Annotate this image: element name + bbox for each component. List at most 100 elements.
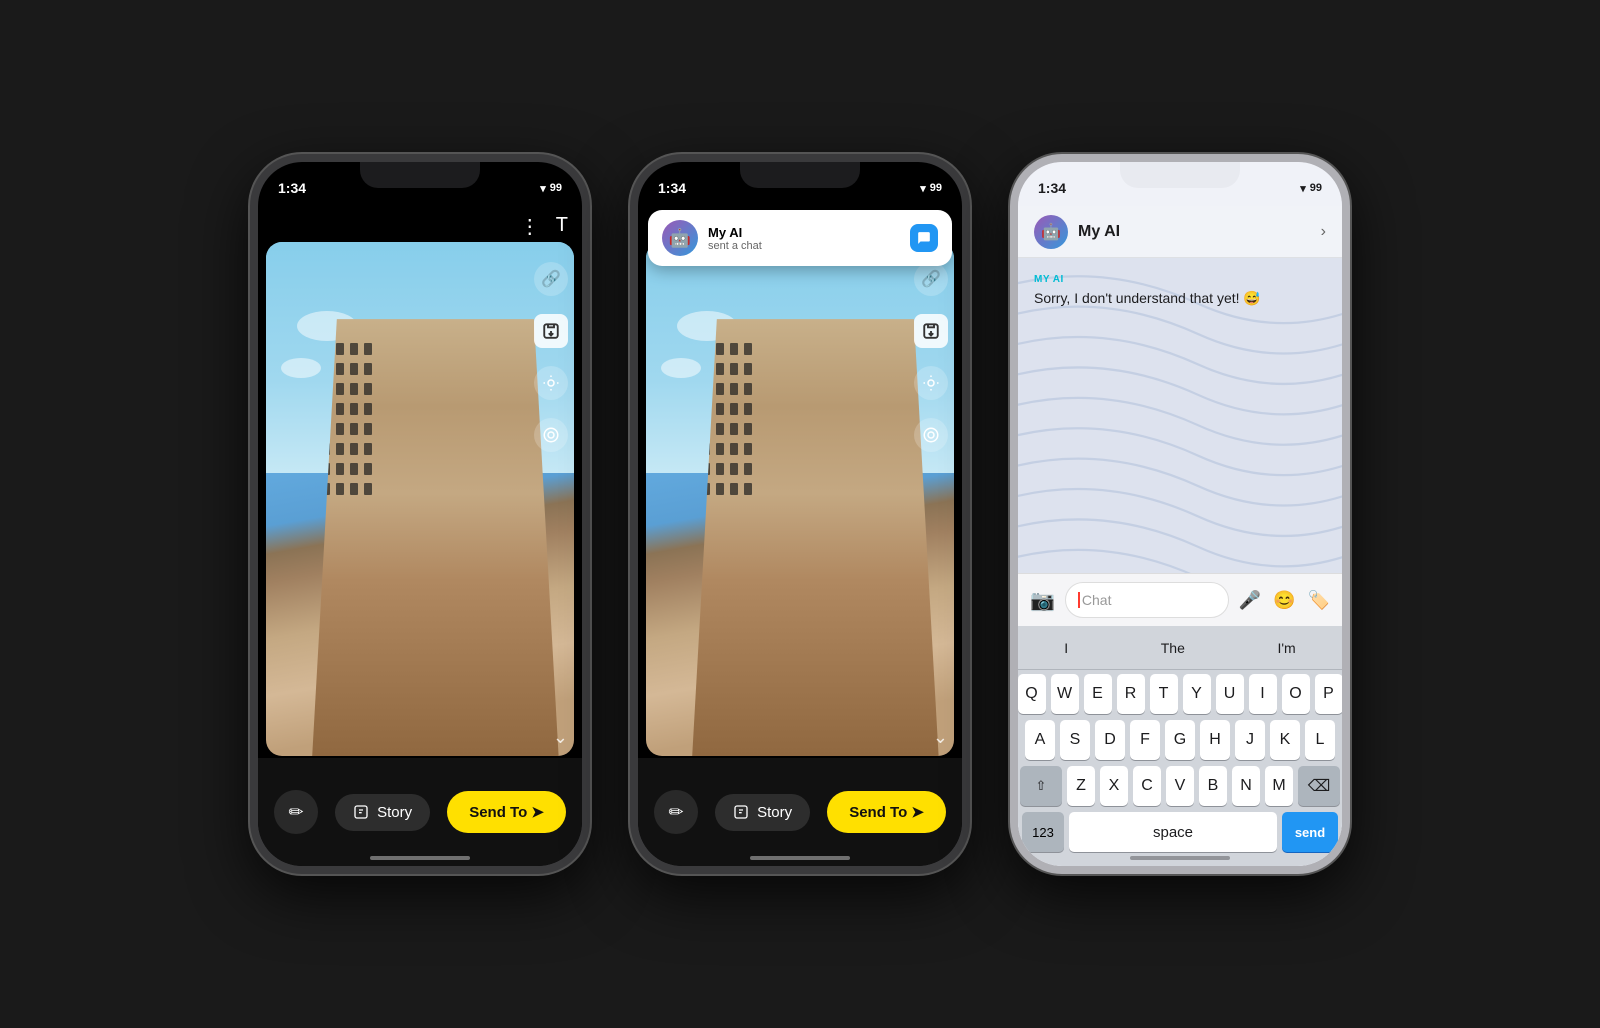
key-s[interactable]: S — [1060, 720, 1090, 760]
sticker-icon-btn-2[interactable] — [914, 418, 948, 452]
cloud-2 — [281, 358, 321, 378]
key-h[interactable]: H — [1200, 720, 1230, 760]
building-windows — [312, 319, 558, 756]
story-button[interactable]: Story — [335, 794, 430, 831]
volume-down-button — [250, 308, 252, 344]
key-u[interactable]: U — [1216, 674, 1244, 714]
send-to-button[interactable]: Send To ➤ — [447, 791, 566, 833]
story-button-2[interactable]: Story — [715, 794, 810, 831]
chat-input-icons: 🎤 😊 🏷️ — [1239, 590, 1330, 611]
ai-sender-label: MY AI — [1034, 274, 1326, 285]
snap-bottom-bar: ✏ Story Send To ➤ — [258, 758, 582, 866]
key-c[interactable]: C — [1133, 766, 1161, 806]
chat-bg-screen: 🤖 My AI › .wl{fill:none;stroke:rgba(180,… — [1018, 162, 1342, 866]
story-label-2: Story — [757, 804, 792, 821]
notch-3 — [1120, 162, 1240, 188]
wifi-icon: ▾ — [540, 182, 546, 195]
key-d[interactable]: D — [1095, 720, 1125, 760]
key-j[interactable]: J — [1235, 720, 1265, 760]
chevron-down-icon-2: ⌄ — [933, 727, 948, 748]
snap-right-icons-2: 🔗 — [914, 262, 948, 452]
key-g[interactable]: G — [1165, 720, 1195, 760]
link-icon-btn[interactable]: 🔗 — [534, 262, 568, 296]
volume-up-button-3 — [1010, 262, 1012, 298]
key-v[interactable]: V — [1166, 766, 1194, 806]
sticker-icon[interactable]: 🏷️ — [1308, 590, 1330, 611]
key-q[interactable]: Q — [1018, 674, 1046, 714]
snap-toolbar: ⋮ T — [520, 214, 568, 239]
edit-button[interactable]: ✏ — [274, 790, 318, 834]
key-n[interactable]: N — [1232, 766, 1260, 806]
key-x[interactable]: X — [1100, 766, 1128, 806]
volume-up-button-2 — [630, 262, 632, 298]
keyboard: I The I'm Q W E R T Y U I O — [1018, 626, 1342, 866]
power-button-3 — [1348, 282, 1350, 342]
save-icon-btn-2[interactable] — [914, 314, 948, 348]
notif-subtitle: sent a chat — [708, 240, 900, 252]
key-123[interactable]: 123 — [1022, 812, 1064, 852]
more-icon[interactable]: ⋮ — [520, 214, 540, 239]
key-f[interactable]: F — [1130, 720, 1160, 760]
building-2 — [692, 319, 938, 756]
keyboard-row-1: Q W E R T Y U I O P — [1022, 674, 1338, 714]
battery-icon-2: 99 — [930, 182, 942, 194]
status-icons-2: ▾ 99 — [920, 182, 942, 195]
chat-chevron-icon[interactable]: › — [1321, 223, 1326, 241]
keyboard-row-3: ⇧ Z X C V B N M ⌫ — [1022, 766, 1338, 806]
key-b[interactable]: B — [1199, 766, 1227, 806]
key-k[interactable]: K — [1270, 720, 1300, 760]
emoji-btn[interactable]: 😊 — [1028, 860, 1053, 866]
send-to-button-2[interactable]: Send To ➤ — [827, 791, 946, 833]
lens-icon-btn[interactable] — [534, 366, 568, 400]
key-e[interactable]: E — [1084, 674, 1112, 714]
sticker-icon-btn[interactable] — [534, 418, 568, 452]
key-a[interactable]: A — [1025, 720, 1055, 760]
key-shift[interactable]: ⇧ — [1020, 766, 1062, 806]
snap-right-icons: 🔗 — [534, 262, 568, 452]
camera-icon[interactable]: 📷 — [1030, 588, 1055, 613]
link-icon-btn-2[interactable]: 🔗 — [914, 262, 948, 296]
wifi-icon-2: ▾ — [920, 182, 926, 195]
key-o[interactable]: O — [1282, 674, 1310, 714]
home-indicator-2 — [750, 856, 850, 860]
mic-icon[interactable]: 🎤 — [1239, 590, 1261, 611]
key-space[interactable]: space — [1069, 812, 1277, 852]
status-icons-3: ▾ 99 — [1300, 182, 1322, 195]
mic-btn[interactable]: 🎤 — [1307, 860, 1332, 866]
home-indicator — [370, 856, 470, 860]
lens-icon-btn-2[interactable] — [914, 366, 948, 400]
key-p[interactable]: P — [1315, 674, 1343, 714]
key-send-label: send — [1295, 825, 1325, 840]
key-delete[interactable]: ⌫ — [1298, 766, 1340, 806]
home-indicator-3 — [1130, 856, 1230, 860]
emoji-icon[interactable]: 😊 — [1273, 590, 1295, 611]
notif-title: My AI — [708, 225, 900, 240]
key-i[interactable]: I — [1249, 674, 1277, 714]
key-send[interactable]: send — [1282, 812, 1338, 852]
key-y[interactable]: Y — [1183, 674, 1211, 714]
suggestion-i[interactable]: I — [1064, 640, 1068, 656]
phone-1: 1:34 ▾ 99 ⋮ T — [250, 154, 590, 874]
key-l[interactable]: L — [1305, 720, 1335, 760]
suggestion-im[interactable]: I'm — [1277, 640, 1295, 656]
chat-messages: MY AI Sorry, I don't understand that yet… — [1018, 258, 1342, 526]
status-icons: ▾ 99 — [540, 182, 562, 195]
edit-button-2[interactable]: ✏ — [654, 790, 698, 834]
suggestion-the[interactable]: The — [1161, 640, 1185, 656]
text-icon[interactable]: T — [556, 214, 568, 239]
phone-3-screen: 1:34 ▾ 99 🤖 My AI › .wl{fill:none;stroke… — [1018, 162, 1342, 866]
key-w[interactable]: W — [1051, 674, 1079, 714]
notification-banner[interactable]: 🤖 My AI sent a chat — [648, 210, 952, 266]
key-t[interactable]: T — [1150, 674, 1178, 714]
chat-input[interactable]: Chat — [1065, 582, 1229, 618]
key-m[interactable]: M — [1265, 766, 1293, 806]
key-z[interactable]: Z — [1067, 766, 1095, 806]
key-r[interactable]: R — [1117, 674, 1145, 714]
key-123-label: 123 — [1032, 825, 1054, 840]
save-icon-btn[interactable] — [534, 314, 568, 348]
building — [312, 319, 558, 756]
ai-avatar: 🤖 — [1034, 215, 1068, 249]
story-label: Story — [377, 804, 412, 821]
pencil-icon: ✏ — [288, 802, 303, 823]
keyboard-rows: Q W E R T Y U I O P A S — [1018, 670, 1342, 806]
